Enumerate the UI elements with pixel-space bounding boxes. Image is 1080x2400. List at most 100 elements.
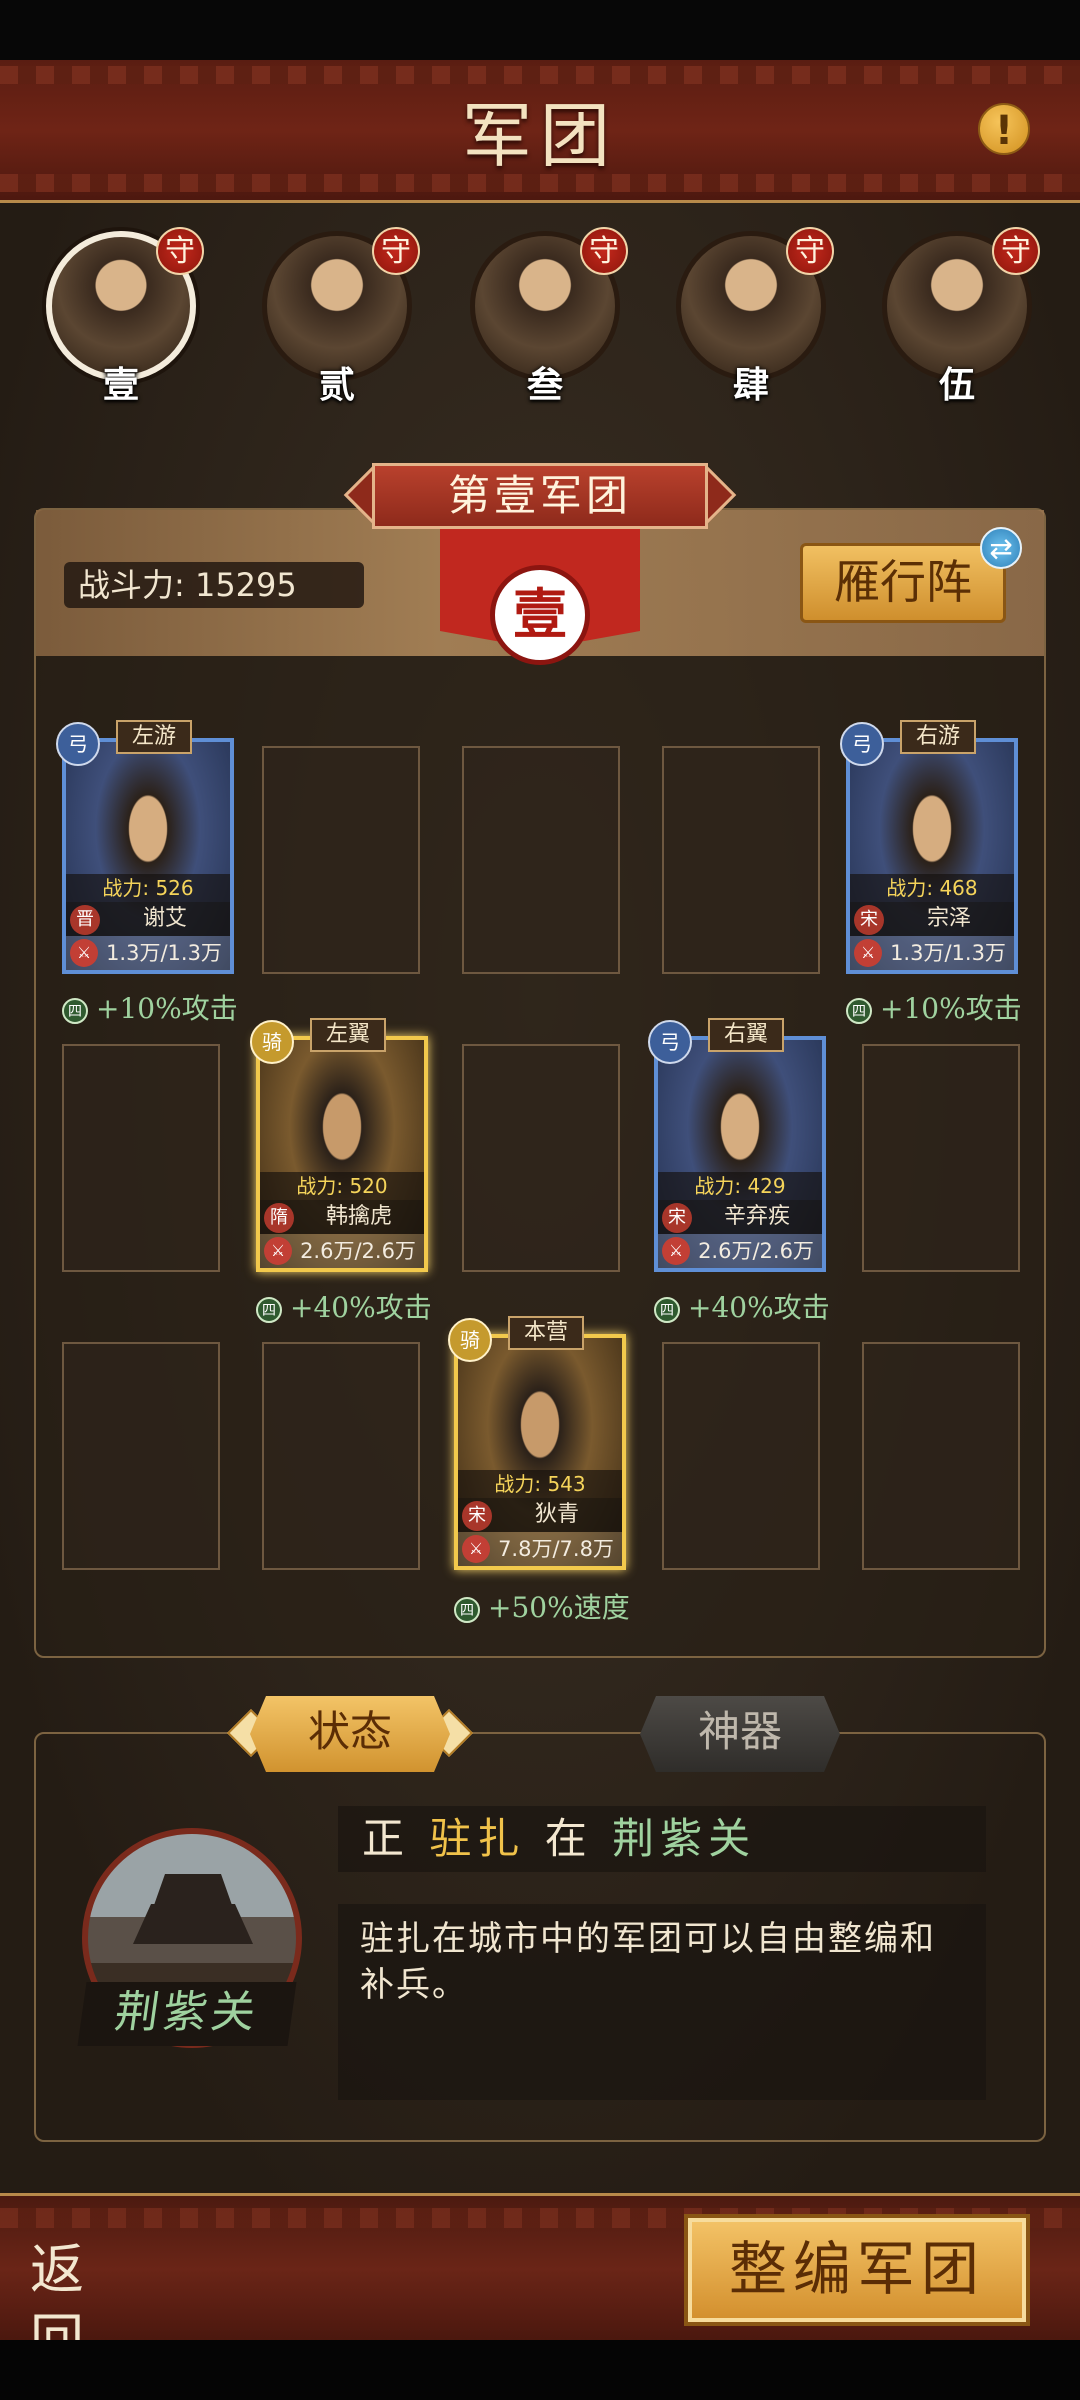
- legion-number: 肆: [732, 364, 769, 406]
- formation-slot[interactable]: [62, 1342, 220, 1570]
- formation-slot[interactable]: [462, 1044, 620, 1272]
- bonus-text: +40%攻击: [688, 1291, 830, 1324]
- city-name-label[interactable]: 荆紫关: [77, 1982, 297, 2046]
- back-button[interactable]: 返 回: [30, 2235, 190, 2371]
- bonus-icon: 四: [454, 1596, 480, 1623]
- position-bonus: 四 +10%攻击: [846, 991, 1022, 1027]
- legion-banner-title: 第壹军团: [372, 463, 708, 529]
- archer-type-icon: 弓: [56, 722, 100, 766]
- system-nav-bar: [0, 2340, 1080, 2400]
- bonus-icon: 四: [256, 1296, 282, 1323]
- position-bonus: 四 +40%攻击: [256, 1290, 432, 1326]
- bonus-icon: 四: [62, 997, 88, 1024]
- legion-avatar-4[interactable]: 守 肆: [676, 227, 834, 406]
- archer-type-icon: 弓: [840, 722, 884, 766]
- troop-count: 1.3万/1.3万: [106, 941, 222, 965]
- troop-count: 2.6万/2.6万: [300, 1239, 416, 1263]
- general-card-headquarters[interactable]: 骑 本营 战力: 543 宋 狄青 ⚔ 7.8万/7.8万: [448, 1316, 626, 1570]
- legion-number: 贰: [318, 364, 355, 406]
- general-name: 辛弃疾: [723, 1204, 790, 1229]
- bonus-text: +10%攻击: [96, 992, 238, 1025]
- info-icon[interactable]: !: [978, 103, 1030, 155]
- tower-roof: [153, 1874, 233, 1908]
- position-label: 左游: [116, 720, 192, 754]
- tab-status[interactable]: 状态: [250, 1696, 450, 1772]
- legion-emblem: 壹: [490, 565, 590, 665]
- formation-slot[interactable]: [62, 1044, 220, 1272]
- position-bonus: 四 +50%速度: [454, 1590, 630, 1626]
- bonus-text: +50%速度: [488, 1591, 630, 1624]
- general-power: 战力: 543: [458, 1470, 622, 1498]
- status-bar: [0, 0, 1080, 60]
- legion-avatar-2[interactable]: 守 贰: [262, 227, 420, 406]
- archer-type-icon: 弓: [648, 1020, 692, 1064]
- defend-badge: 守: [372, 227, 420, 275]
- general-name: 宗泽: [926, 906, 971, 931]
- status-city: 荆紫关: [612, 1814, 757, 1863]
- defend-badge: 守: [580, 227, 628, 275]
- formation-slot[interactable]: [262, 746, 420, 974]
- reorganize-legion-button[interactable]: 整编军团: [684, 2214, 1030, 2326]
- swap-icon[interactable]: ⇄: [980, 527, 1022, 569]
- general-name: 韩擒虎: [325, 1204, 392, 1229]
- formation-slot[interactable]: [862, 1342, 1020, 1570]
- screen: 军团 ! 守 壹 守 贰 守 叁 守 肆 守 伍 战斗力: 15295 第壹军团…: [0, 0, 1080, 2400]
- legion-number: 壹: [102, 364, 139, 406]
- garrison-status: 正 驻扎 在 荆紫关: [338, 1806, 986, 1872]
- formation-slot[interactable]: [462, 746, 620, 974]
- cavalry-type-icon: 骑: [448, 1318, 492, 1362]
- status-action: 驻扎: [429, 1814, 526, 1863]
- legion-avatar-3[interactable]: 守 叁: [470, 227, 628, 406]
- nation-badge: 宋: [662, 1203, 692, 1233]
- general-power: 战力: 429: [658, 1172, 822, 1200]
- general-power: 战力: 520: [260, 1172, 424, 1200]
- formation-slot[interactable]: [862, 1044, 1020, 1272]
- troop-icon: ⚔: [662, 1237, 690, 1265]
- general-name: 谢艾: [142, 906, 187, 931]
- general-power: 战力: 526: [66, 874, 230, 902]
- page-title: 军团: [462, 95, 618, 177]
- position-label: 右翼: [708, 1018, 784, 1052]
- status-description: 驻扎在城市中的军团可以自由整编和补兵。: [338, 1904, 986, 2100]
- combat-power: 战斗力: 15295: [64, 562, 364, 608]
- legion-number: 叁: [526, 364, 563, 406]
- legion-number: 伍: [938, 364, 975, 406]
- bonus-icon: 四: [846, 997, 872, 1024]
- position-label: 左翼: [310, 1018, 386, 1052]
- top-bar: 军团 !: [0, 60, 1080, 203]
- position-bonus: 四 +10%攻击: [62, 991, 238, 1027]
- bonus-text: +10%攻击: [880, 992, 1022, 1025]
- general-card-right-flank[interactable]: 弓 右游 战力: 468 宋 宗泽 ⚔ 1.3万/1.3万: [840, 720, 1018, 974]
- troop-icon: ⚔: [854, 939, 882, 967]
- legion-avatar-5[interactable]: 守 伍: [882, 227, 1040, 406]
- general-card-right-wing[interactable]: 弓 右翼 战力: 429 宋 辛弃疾 ⚔ 2.6万/2.6万: [648, 1018, 826, 1272]
- legion-avatar-1[interactable]: 守 壹: [46, 227, 204, 406]
- nation-badge: 宋: [854, 905, 884, 935]
- bonus-text: +40%攻击: [290, 1291, 432, 1324]
- general-name: 狄青: [534, 1502, 579, 1527]
- formation-slot[interactable]: [262, 1342, 420, 1570]
- general-card-left-flank[interactable]: 弓 左游 战力: 526 晋 谢艾 ⚔ 1.3万/1.3万: [56, 720, 234, 974]
- nation-badge: 隋: [264, 1203, 294, 1233]
- status-word: 正: [362, 1814, 411, 1863]
- formation-slot[interactable]: [662, 746, 820, 974]
- troop-icon: ⚔: [70, 939, 98, 967]
- defend-badge: 守: [786, 227, 834, 275]
- defend-badge: 守: [992, 227, 1040, 275]
- general-card-left-wing[interactable]: 骑 左翼 战力: 520 隋 韩擒虎 ⚔ 2.6万/2.6万: [250, 1018, 428, 1272]
- status-word: 在: [544, 1814, 593, 1863]
- bonus-icon: 四: [654, 1296, 680, 1323]
- nation-badge: 宋: [462, 1501, 492, 1531]
- tab-artifact[interactable]: 神器: [640, 1696, 840, 1772]
- position-label: 本营: [508, 1316, 584, 1350]
- position-label: 右游: [900, 720, 976, 754]
- position-bonus: 四 +40%攻击: [654, 1290, 830, 1326]
- tower-roof: [133, 1904, 253, 1944]
- troop-count: 1.3万/1.3万: [890, 941, 1006, 965]
- troop-count: 7.8万/7.8万: [498, 1537, 614, 1561]
- formation-button[interactable]: 雁行阵: [800, 543, 1006, 623]
- cavalry-type-icon: 骑: [250, 1020, 294, 1064]
- defend-badge: 守: [156, 227, 204, 275]
- nation-badge: 晋: [70, 905, 100, 935]
- formation-slot[interactable]: [662, 1342, 820, 1570]
